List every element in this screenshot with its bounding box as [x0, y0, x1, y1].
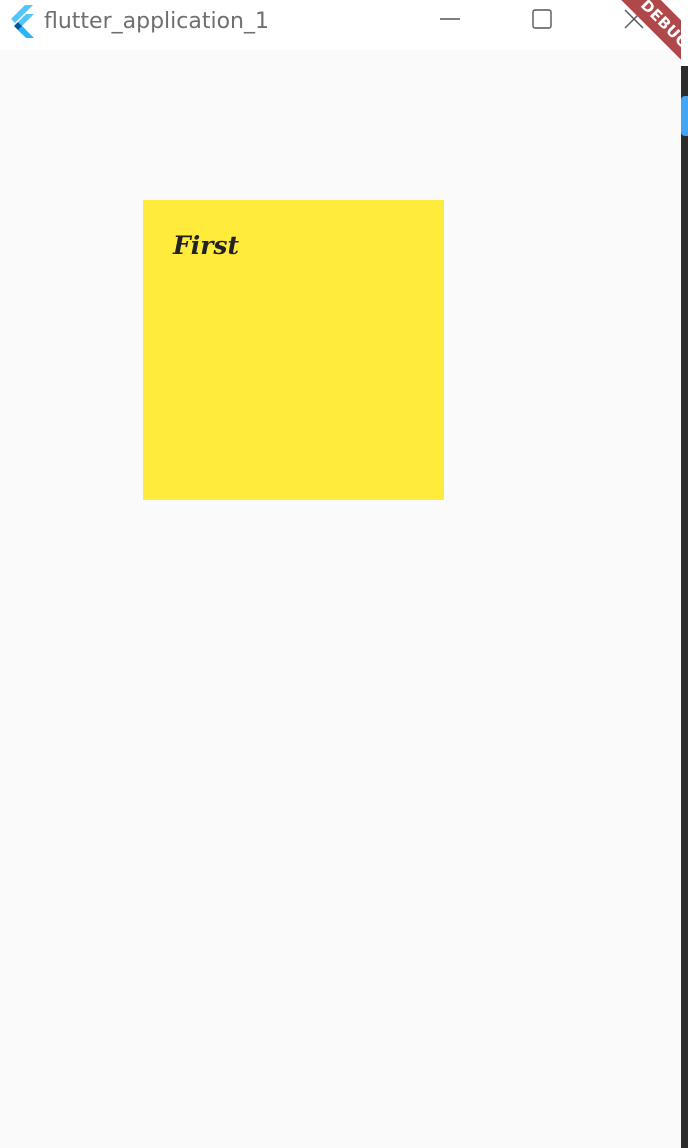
background-edge [681, 0, 688, 1148]
title-bar[interactable]: flutter_application_1 [0, 0, 681, 50]
yellow-card: First [143, 200, 444, 500]
minimize-icon [439, 8, 461, 34]
background-edge-accent [681, 96, 688, 136]
window-title: flutter_application_1 [44, 9, 269, 34]
minimize-button[interactable] [404, 0, 496, 42]
app-content: First [0, 50, 681, 1148]
card-label: First [173, 231, 240, 260]
maximize-button[interactable] [496, 0, 588, 42]
app-window: flutter_application_1 First DEBUG [0, 0, 681, 1148]
flutter-logo-icon [8, 5, 36, 39]
maximize-icon [531, 8, 553, 34]
background-edge-top [681, 0, 688, 66]
